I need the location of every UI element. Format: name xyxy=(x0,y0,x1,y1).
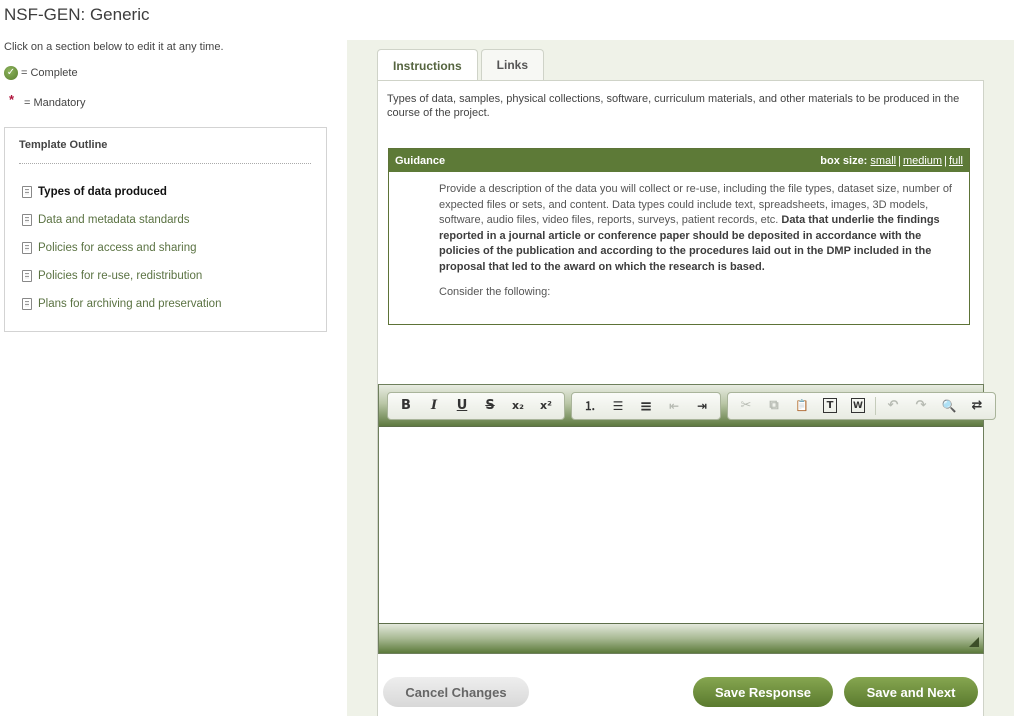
guidance-header: Guidance box size: small | medium | full xyxy=(389,149,969,172)
save-response-button[interactable]: Save Response xyxy=(693,677,833,707)
undo-icon[interactable]: ↶ xyxy=(879,395,907,417)
outline-title: Template Outline xyxy=(19,139,108,151)
box-size-full-link[interactable]: full xyxy=(949,155,963,167)
resize-handle-icon[interactable] xyxy=(969,637,979,647)
legend-complete-label: = Complete xyxy=(21,67,78,79)
find-icon[interactable]: 🔍 xyxy=(935,395,963,417)
legend-mandatory: * = Mandatory xyxy=(4,92,86,110)
separator: | xyxy=(898,154,901,167)
cut-icon[interactable]: ✂ xyxy=(732,395,760,417)
box-size-control: box size: small | medium | full xyxy=(820,155,963,167)
superscript-icon[interactable]: x² xyxy=(532,395,560,417)
outline-item-label: Data and metadata standards xyxy=(38,213,190,226)
outline-item-label: Policies for access and sharing xyxy=(38,241,197,254)
guidance-box: Guidance box size: small | medium | full Pro… xyxy=(388,148,970,325)
strikethrough-icon[interactable]: S xyxy=(476,395,504,417)
italic-icon[interactable]: I xyxy=(420,395,448,417)
replace-icon[interactable]: ⇄ xyxy=(963,395,991,417)
outline-item-label: Types of data produced xyxy=(38,185,167,198)
tab-content: Types of data, samples, physical collect… xyxy=(377,80,996,716)
outline-item-types-of-data[interactable]: Types of data produced xyxy=(22,177,221,206)
paste-word-icon[interactable]: W xyxy=(851,398,865,413)
save-and-next-button[interactable]: Save and Next xyxy=(844,677,978,707)
indent-icon[interactable]: ⇥ xyxy=(688,395,716,417)
toolbar-group-formatting: B I U S x₂ x² xyxy=(387,391,565,420)
box-size-medium-link[interactable]: medium xyxy=(903,155,942,167)
guidance-consider: Consider the following: xyxy=(439,286,551,298)
legend-mandatory-label: = Mandatory xyxy=(24,97,86,109)
outline-list: Types of data produced Data and metadata… xyxy=(22,178,221,318)
outline-item-reuse[interactable]: Policies for re-use, redistribution xyxy=(22,261,221,290)
box-size-small-link[interactable]: small xyxy=(870,155,896,167)
document-icon xyxy=(22,185,32,198)
horizontal-rule-icon[interactable]: ≡ xyxy=(632,395,660,417)
copy-icon[interactable]: ⧉ xyxy=(760,395,788,417)
editor-toolbar: B I U S x₂ x² ⒈ ☰ ≡ ⇤ ⇥ ✂ ⧉ 📋 T W ↶ ↷ 🔍 … xyxy=(379,385,996,426)
toolbar-group-paragraph: ⒈ ☰ ≡ ⇤ ⇥ xyxy=(571,391,721,420)
check-circle-icon: ✓ xyxy=(4,66,18,80)
rich-text-editor: B I U S x₂ x² ⒈ ☰ ≡ ⇤ ⇥ ✂ ⧉ 📋 T W ↶ ↷ 🔍 … xyxy=(378,384,996,654)
separator: | xyxy=(944,154,947,167)
section-panel: Instructions Links Types of data, sample… xyxy=(347,40,1014,716)
outline-item-archiving[interactable]: Plans for archiving and preservation xyxy=(22,289,221,318)
tab-links[interactable]: Links xyxy=(480,49,545,80)
outline-item-label: Policies for re-use, redistribution xyxy=(38,269,203,282)
box-size-label: box size: xyxy=(820,154,868,167)
sidebar-intro: Click on a section below to edit it at a… xyxy=(4,41,224,53)
toolbar-group-clipboard: ✂ ⧉ 📋 T W ↶ ↷ 🔍 ⇄ xyxy=(727,391,996,420)
guidance-title: Guidance xyxy=(395,154,446,167)
tab-instructions[interactable]: Instructions xyxy=(377,49,478,81)
tab-bar: Instructions Links xyxy=(377,49,547,81)
document-icon xyxy=(22,241,32,254)
editor-text-area[interactable] xyxy=(379,426,983,623)
page-title: NSF-GEN: Generic xyxy=(4,5,150,24)
underline-icon[interactable]: U xyxy=(448,395,476,417)
subscript-icon[interactable]: x₂ xyxy=(504,395,532,417)
toolbar-separator xyxy=(875,396,876,415)
outline-item-label: Plans for archiving and preservation xyxy=(38,297,222,310)
guidance-paragraph: Provide a description of the data you wi… xyxy=(439,182,961,275)
outdent-icon[interactable]: ⇤ xyxy=(660,395,688,417)
guidance-body: Provide a description of the data you wi… xyxy=(389,172,969,301)
redo-icon[interactable]: ↷ xyxy=(907,395,935,417)
asterisk-icon: * xyxy=(9,91,15,107)
section-description: Types of data, samples, physical collect… xyxy=(387,93,960,119)
paste-icon[interactable]: 📋 xyxy=(788,395,816,417)
template-outline: Template Outline Types of data produced … xyxy=(4,127,327,332)
editor-status-bar xyxy=(379,623,983,653)
document-icon xyxy=(22,269,32,282)
outline-divider xyxy=(19,163,311,164)
legend-complete: ✓ = Complete xyxy=(4,66,78,80)
bulleted-list-icon[interactable]: ☰ xyxy=(604,395,632,417)
numbered-list-icon[interactable]: ⒈ xyxy=(576,395,604,417)
document-icon xyxy=(22,297,32,310)
outline-item-access-sharing[interactable]: Policies for access and sharing xyxy=(22,233,221,262)
document-icon xyxy=(22,213,32,226)
cancel-changes-button[interactable]: Cancel Changes xyxy=(383,677,529,707)
paste-text-icon[interactable]: T xyxy=(823,398,837,413)
outline-item-metadata-standards[interactable]: Data and metadata standards xyxy=(22,205,221,234)
bold-icon[interactable]: B xyxy=(392,395,420,417)
